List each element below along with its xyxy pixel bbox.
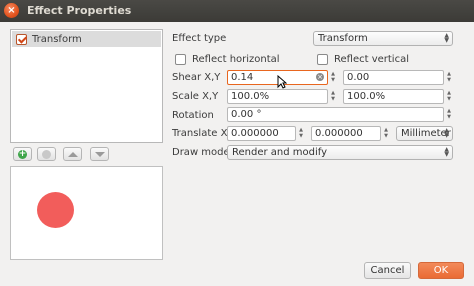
combo-arrows-icon: ▲ ▼ xyxy=(444,146,449,158)
spin-arrows-icon[interactable]: ▲ ▼ xyxy=(297,127,305,141)
remove-effect-button[interactable] xyxy=(37,147,56,161)
shear-x-value: 0.14 xyxy=(231,72,254,83)
scale-x-value: 100.0% xyxy=(231,91,270,102)
effect-type-value: Transform xyxy=(318,33,368,44)
translate-x-value: 0.000000 xyxy=(231,128,279,139)
shear-y-input[interactable]: 0.00 ▲ ▼ xyxy=(343,70,451,85)
move-up-button[interactable] xyxy=(63,147,82,161)
mouse-cursor-icon xyxy=(277,75,287,89)
effect-enabled-checkbox[interactable] xyxy=(16,33,27,45)
add-effect-button[interactable]: + xyxy=(13,147,32,161)
scale-x-input[interactable]: 100.0% ▲ ▼ xyxy=(227,89,335,104)
effect-type-select[interactable]: Transform ▲ ▼ xyxy=(313,31,453,46)
rotation-label: Rotation xyxy=(172,110,214,121)
ok-button[interactable]: OK xyxy=(418,262,464,279)
effect-properties-dialog: × Effect Properties Transform + Effect t… xyxy=(0,0,474,286)
combo-arrows-icon: ▲ ▼ xyxy=(444,127,449,139)
effect-preview xyxy=(10,166,163,260)
draw-mode-value: Render and modify xyxy=(232,147,328,158)
effect-type-label: Effect type xyxy=(172,33,227,44)
effect-label: Transform xyxy=(32,33,82,45)
reflect-horizontal-label: Reflect horizontal xyxy=(192,54,280,65)
translate-x-input[interactable]: 0.000000 ▲ ▼ xyxy=(227,126,303,141)
reflect-horizontal-option[interactable]: Reflect horizontal xyxy=(175,54,280,65)
reflect-vertical-option[interactable]: Reflect vertical xyxy=(317,54,409,65)
rotation-value: 0.00 ° xyxy=(231,109,262,120)
scale-y-input[interactable]: 100.0% ▲ ▼ xyxy=(343,89,451,104)
spin-arrows-icon[interactable]: ▲ ▼ xyxy=(445,90,453,104)
spin-arrows-icon[interactable]: ▲ ▼ xyxy=(382,127,390,141)
up-arrow-icon xyxy=(67,151,78,157)
spin-arrows-icon[interactable]: ▲ ▼ xyxy=(329,90,337,104)
spin-arrows-icon[interactable]: ▲ ▼ xyxy=(329,71,337,85)
spin-arrows-icon[interactable]: ▲ ▼ xyxy=(445,71,453,85)
draw-mode-select[interactable]: Render and modify ▲ ▼ xyxy=(227,145,453,160)
plus-icon: + xyxy=(18,148,27,159)
translate-unit-value: Millimeter xyxy=(401,128,451,139)
shear-y-value: 0.00 xyxy=(347,72,370,83)
scale-label: Scale X,Y xyxy=(172,91,219,102)
translate-unit-select[interactable]: Millimeter ▲ ▼ xyxy=(396,126,453,141)
combo-arrows-icon: ▲ ▼ xyxy=(444,32,449,44)
effect-list[interactable]: Transform xyxy=(10,29,163,143)
reflect-horizontal-checkbox[interactable] xyxy=(175,54,186,65)
translate-y-input[interactable]: 0.000000 ▲ ▼ xyxy=(311,126,388,141)
minus-icon xyxy=(42,149,51,159)
reflect-vertical-label: Reflect vertical xyxy=(334,54,409,65)
clear-icon[interactable]: × xyxy=(316,73,324,81)
cancel-button[interactable]: Cancel xyxy=(364,262,411,279)
move-down-button[interactable] xyxy=(90,147,109,161)
window-title: Effect Properties xyxy=(27,4,132,17)
title-bar: × Effect Properties xyxy=(0,0,474,22)
reflect-vertical-checkbox[interactable] xyxy=(317,54,328,65)
draw-mode-label: Draw mode xyxy=(172,147,230,158)
scale-y-value: 100.0% xyxy=(347,91,386,102)
close-icon[interactable]: × xyxy=(4,3,19,18)
down-arrow-icon xyxy=(94,151,105,157)
rotation-input[interactable]: 0.00 ° ▲ ▼ xyxy=(227,107,451,122)
preview-shape xyxy=(37,192,74,228)
shear-label: Shear X,Y xyxy=(172,72,221,83)
translate-y-value: 0.000000 xyxy=(315,128,363,139)
list-item[interactable]: Transform xyxy=(12,31,161,47)
spin-arrows-icon[interactable]: ▲ ▼ xyxy=(445,108,453,122)
